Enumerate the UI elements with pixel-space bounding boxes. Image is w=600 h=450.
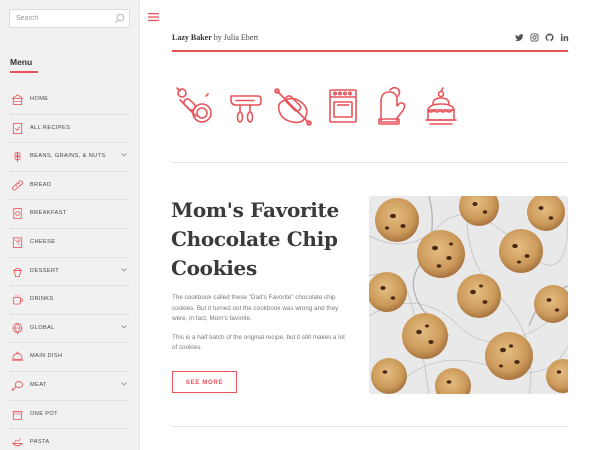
- cookies-image-graphic: [369, 196, 568, 394]
- oven-mitt-icon[interactable]: [371, 86, 411, 128]
- menu-heading: Menu: [10, 57, 33, 67]
- hamburger-menu-icon[interactable]: [148, 12, 159, 22]
- chicken-leg-icon: [11, 381, 24, 391]
- sidebar-item-label: BEANS, GRAINS, & NUTS: [30, 153, 106, 160]
- wheat-icon: [14, 152, 21, 163]
- chevron-down-icon[interactable]: [120, 151, 128, 159]
- post-excerpt: The cookbook called these "Dad's Favorit…: [172, 293, 350, 362]
- globe-icon: [12, 322, 23, 335]
- rolling-pin-plate-icon[interactable]: [174, 86, 214, 128]
- hand-mixer-icon[interactable]: [226, 86, 266, 128]
- post-excerpt-paragraph: This is a half batch of the original rec…: [172, 333, 345, 352]
- sidebar-item-beans-grains-nuts[interactable]: BEANS, GRAINS, & NUTS: [9, 143, 129, 172]
- chocolate-chip-cookies-photo[interactable]: [369, 196, 568, 394]
- twitter-icon[interactable]: [515, 33, 524, 42]
- site-name[interactable]: Lazy Baker: [172, 33, 212, 42]
- sidebar-item-label: HOME: [30, 96, 49, 102]
- see-more-button[interactable]: SEE MORE: [172, 371, 237, 393]
- oven-icon[interactable]: [324, 86, 364, 128]
- section-divider: [172, 162, 568, 163]
- sidebar-item-label: BREAKFAST: [30, 210, 67, 217]
- header-divider: [172, 50, 568, 52]
- github-icon[interactable]: [545, 33, 554, 42]
- search-box[interactable]: [9, 9, 130, 28]
- sidebar-item-all-recipes[interactable]: ALL RECIPES: [9, 115, 129, 144]
- sidebar-item-main-dish[interactable]: MAIN DISH: [9, 343, 129, 372]
- sidebar-item-meat[interactable]: MEAT: [9, 372, 129, 401]
- cupcake-icon: [12, 267, 23, 277]
- baguette-icon: [12, 180, 23, 191]
- cheese-icon: [12, 237, 23, 248]
- menu-heading-underline: [10, 71, 38, 73]
- sidebar-item-label: DESSERT: [30, 267, 60, 274]
- cloche-icon: [11, 351, 24, 361]
- coffee-cup-icon: [12, 294, 23, 305]
- pasta-icon: [11, 437, 24, 447]
- sidebar-item-label: GLOBAL: [30, 324, 55, 331]
- chevron-down-icon[interactable]: [120, 323, 128, 331]
- sidebar-item-cheese[interactable]: CHEESE: [9, 229, 129, 258]
- post-title[interactable]: Mom's Favorite Chocolate Chip Cookies: [171, 196, 361, 283]
- sidebar-item-label: DRINKS: [30, 296, 54, 303]
- sidebar-item-dessert[interactable]: DESSERT: [9, 258, 129, 287]
- sidebar-item-label: ONE POT: [30, 410, 58, 417]
- sidebar-item-label: MEAT: [30, 381, 47, 388]
- section-divider: [172, 426, 568, 427]
- linkedin-icon[interactable]: [560, 33, 569, 42]
- sidebar-item-bread[interactable]: BREAD: [9, 172, 129, 201]
- rolling-pin-dough-icon[interactable]: [273, 86, 313, 128]
- chevron-down-icon[interactable]: [120, 380, 128, 388]
- sidebar-item-label: BREAD: [30, 181, 52, 188]
- sidebar-item-pasta[interactable]: PASTA: [9, 429, 129, 450]
- search-input[interactable]: [10, 10, 110, 27]
- site-brand[interactable]: Lazy Baker by Julia Ebert: [172, 33, 258, 42]
- sidebar-item-breakfast[interactable]: BREAKFAST: [9, 200, 129, 229]
- sidebar-item-home[interactable]: HOME: [9, 86, 129, 115]
- house-icon: [11, 94, 24, 106]
- sidebar-menu: HOME ALL RECIPES BEANS, GRAINS, & NUTS B…: [0, 86, 140, 450]
- chevron-down-icon[interactable]: [120, 266, 128, 274]
- cereal-box-icon: [13, 208, 22, 220]
- pot-icon: [12, 410, 23, 420]
- sidebar-item-label: MAIN DISH: [30, 353, 63, 360]
- site-byline: by Julia Ebert: [211, 33, 259, 42]
- sidebar-item-label: PASTA: [30, 439, 50, 446]
- sidebar-item-one-pot[interactable]: ONE POT: [9, 401, 129, 430]
- clipboard-check-icon: [12, 122, 23, 134]
- post-excerpt-paragraph: The cookbook called these "Dad's Favorit…: [172, 294, 339, 323]
- instagram-icon[interactable]: [530, 33, 539, 42]
- sidebar-item-global[interactable]: GLOBAL: [9, 315, 129, 344]
- category-icon-row: [172, 86, 472, 130]
- sidebar-item-drinks[interactable]: DRINKS: [9, 286, 129, 315]
- cake-icon[interactable]: [421, 86, 461, 128]
- sidebar-item-label: CHEESE: [30, 238, 56, 245]
- search-icon[interactable]: [114, 13, 125, 24]
- sidebar: Menu HOME ALL RECIPES: [0, 0, 140, 450]
- sidebar-item-label: ALL RECIPES: [30, 124, 71, 131]
